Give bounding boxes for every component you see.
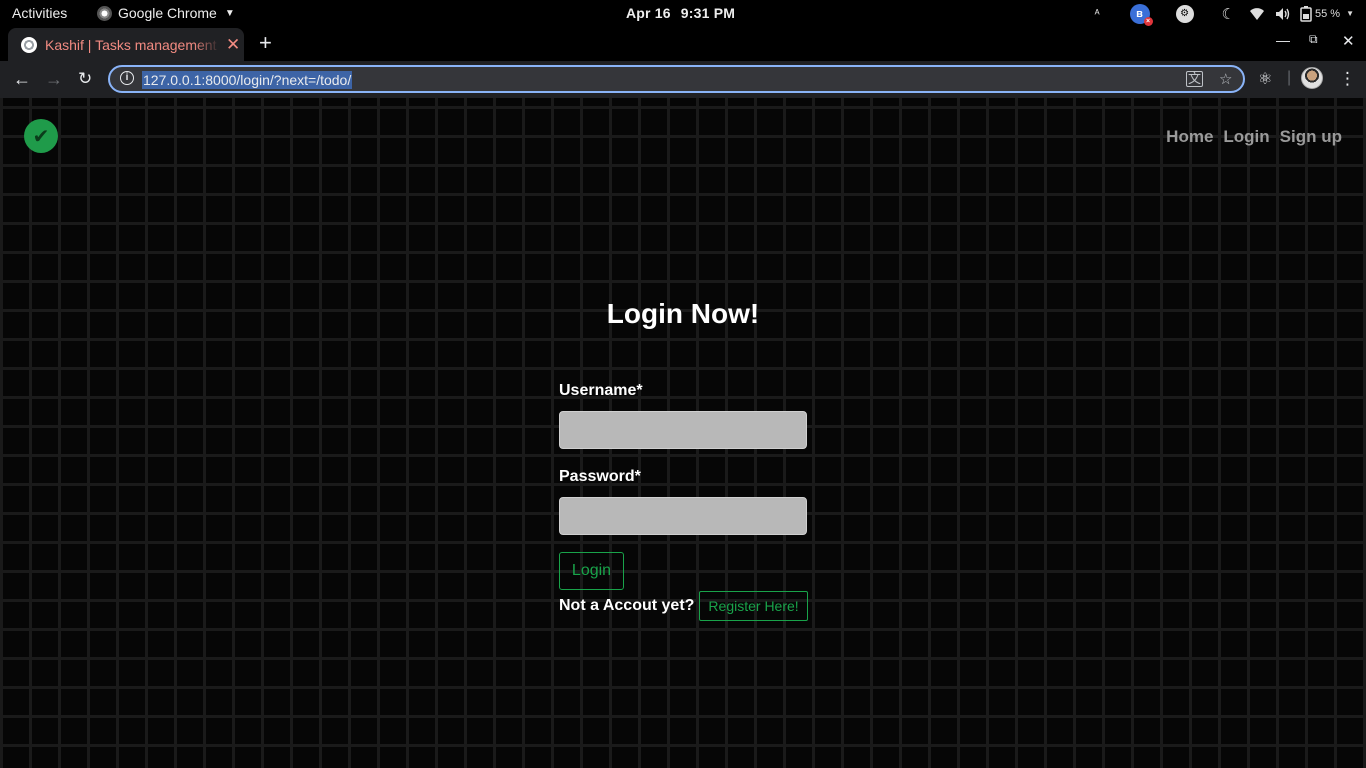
close-tab-icon[interactable]: ✕	[226, 36, 240, 53]
reload-icon[interactable]: ↻	[78, 68, 92, 90]
power-menu-arrow-icon[interactable]: ▼	[1346, 9, 1354, 18]
browser-toolbar: ← → ↻ i 127.0.0.1:8000/login/?next=/todo…	[0, 61, 1366, 98]
address-bar[interactable]: i 127.0.0.1:8000/login/?next=/todo/ 文 ☆	[108, 65, 1245, 93]
bluetooth-off-badge: ×	[1143, 16, 1153, 26]
battery-percentage: 55 %	[1315, 7, 1341, 20]
date: Apr 16	[626, 5, 671, 21]
close-window-icon[interactable]: ✕	[1342, 32, 1355, 50]
register-button[interactable]: Register Here!	[699, 591, 808, 621]
nav-signup-link[interactable]: Sign up	[1280, 127, 1342, 147]
url-text[interactable]: 127.0.0.1:8000/login/?next=/todo/	[142, 71, 353, 89]
extension-react-icon[interactable]: ⚛	[1258, 69, 1272, 89]
time: 9:31 PM	[680, 5, 736, 21]
steam-icon[interactable]: ⚙	[1175, 4, 1194, 23]
back-arrow-icon[interactable]: ←	[13, 68, 31, 90]
forward-arrow-icon[interactable]: →	[45, 68, 63, 90]
nav-home-link[interactable]: Home	[1166, 127, 1213, 147]
login-form: Username* Password* Login Not a Accout y…	[559, 382, 808, 621]
page-title: Login Now!	[606, 298, 760, 329]
password-input[interactable]	[559, 497, 807, 535]
browser-tab[interactable]: Kashif | Tasks management ✕	[8, 28, 244, 61]
night-light-icon[interactable]: ☾	[1222, 5, 1235, 23]
app-menu-label: Google Chrome	[118, 5, 217, 21]
register-prompt: Not a Accout yet?	[559, 597, 695, 614]
input-method-icon[interactable]: ᴬ	[1095, 8, 1100, 20]
app-menu[interactable]: Google Chrome ▼	[97, 5, 235, 21]
site-navbar: Home Login Sign up	[1166, 127, 1342, 147]
volume-icon[interactable]	[1275, 7, 1292, 21]
clock[interactable]: Apr 16 9:31 PM	[626, 5, 745, 21]
register-row: Not a Accout yet? Register Here!	[559, 591, 819, 621]
username-label: Username*	[559, 382, 643, 399]
profile-avatar-icon[interactable]	[1301, 67, 1323, 89]
system-top-bar: Activities Google Chrome ▼ Apr 16 9:31 PM…	[0, 0, 1366, 27]
site-favicon-icon	[21, 36, 37, 53]
chevron-down-icon: ▼	[224, 7, 235, 19]
minimize-window-icon[interactable]: —	[1276, 32, 1290, 48]
bookmark-star-icon[interactable]: ☆	[1219, 70, 1232, 88]
web-page: ✔ Home Login Sign up Login Now! Username…	[0, 98, 1366, 768]
translate-icon[interactable]: 文	[1186, 71, 1204, 87]
login-button[interactable]: Login	[559, 552, 624, 590]
toolbar-divider: |	[1287, 69, 1292, 86]
password-label: Password*	[559, 468, 641, 485]
site-info-icon[interactable]: i	[120, 71, 134, 85]
system-tray[interactable]: ᴬ ʙ × ⚙ ☾ 55 % ▼	[1095, 0, 1366, 27]
restore-window-icon[interactable]: ⧉	[1309, 32, 1318, 47]
tab-title: Kashif | Tasks management	[45, 36, 217, 53]
chrome-menu-icon[interactable]: ⋮	[1339, 69, 1356, 89]
nav-login-link[interactable]: Login	[1223, 127, 1269, 147]
tab-strip: Kashif | Tasks management ✕ + — ⧉ ✕	[0, 27, 1366, 61]
chrome-icon	[97, 5, 112, 21]
new-tab-button[interactable]: +	[259, 31, 272, 55]
wifi-icon[interactable]	[1249, 7, 1265, 21]
battery-icon[interactable]	[1300, 5, 1312, 22]
username-input[interactable]	[559, 411, 807, 449]
checkmark-logo-icon[interactable]: ✔	[24, 119, 58, 153]
bluetooth-icon[interactable]: ʙ ×	[1129, 3, 1153, 26]
activities-button[interactable]: Activities	[12, 5, 67, 21]
